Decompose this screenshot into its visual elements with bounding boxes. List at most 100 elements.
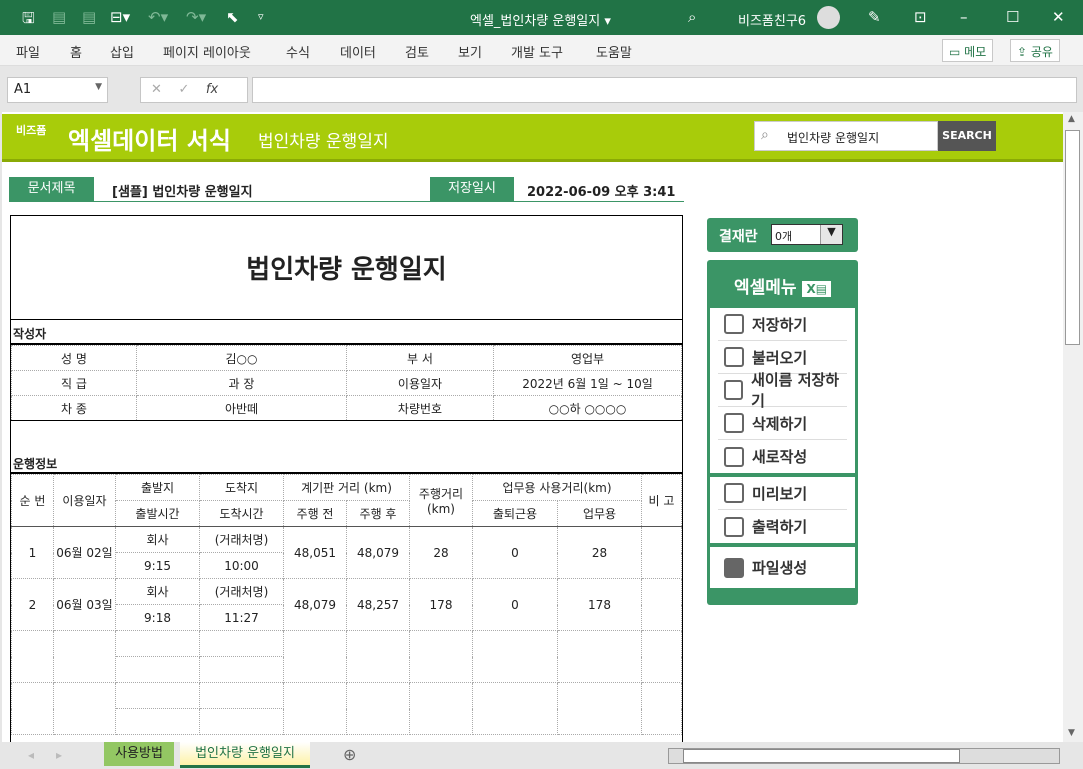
tab-review[interactable]: 검토 bbox=[405, 42, 429, 61]
save-as-menu-item[interactable]: 새이름 저장하기 bbox=[718, 371, 847, 410]
log-form: 법인차량 운행일지 작성자 성 명 김○○ 부 서 영업부 직 급과 장 이용일자 202… bbox=[10, 215, 683, 742]
download-icon bbox=[724, 347, 744, 367]
scroll-up-icon[interactable]: ▲ bbox=[1068, 114, 1075, 124]
trip-section: 운행정보 bbox=[11, 421, 682, 474]
scroll-thumb[interactable] bbox=[683, 749, 960, 763]
memo-button[interactable]: ▭ 메모 bbox=[942, 39, 994, 62]
create-file-menu-item[interactable]: 파일생성 bbox=[718, 551, 847, 584]
save-icon[interactable]: 🖫 bbox=[22, 8, 35, 33]
cancel-icon[interactable]: ✕ bbox=[151, 82, 162, 97]
scroll-down-icon[interactable]: ▼ bbox=[1068, 728, 1075, 738]
tab-file[interactable]: 파일 bbox=[16, 42, 40, 61]
print-menu-item[interactable]: 출력하기 bbox=[718, 510, 847, 543]
menu-group: 미리보기 출력하기 bbox=[710, 477, 855, 543]
name-box[interactable]: A1 ▼ bbox=[7, 77, 108, 103]
sheet-tab-log[interactable]: 법인차량 운행일지 bbox=[180, 742, 310, 768]
ribbon-tabs: 파일 홈 삽입 페이지 레이아웃 수식 데이터 검토 보기 개발 도구 도움말 … bbox=[0, 35, 1083, 66]
approval-panel: 결재란 0개 ▼ bbox=[707, 218, 858, 252]
sheet-tab-bar: ◂ ▸ 사용방법 법인차량 운행일지 ⊕ bbox=[0, 742, 1083, 769]
chevron-down-icon: ▼ bbox=[95, 82, 102, 92]
sheet-tab-usage[interactable]: 사용방법 bbox=[104, 742, 174, 766]
table-row: 1 06월 02일 회사 (거래처명) 48,051 48,079 28 0 28 bbox=[11, 526, 682, 579]
delete-menu-item[interactable]: 삭제하기 bbox=[718, 407, 847, 440]
formula-input[interactable] bbox=[252, 77, 1077, 103]
next-sheet-icon[interactable]: ▸ bbox=[56, 748, 62, 762]
prev-sheet-icon[interactable]: ◂ bbox=[28, 748, 34, 762]
banner: 비즈폼 엑셀데이터 서식 법인차량 운행일지 ⌕ 법인차량 운행일지 SEARC… bbox=[2, 114, 1063, 162]
save-menu-item[interactable]: 저장하기 bbox=[718, 308, 847, 341]
monitor-icon bbox=[724, 483, 744, 503]
title-bar: 🖫 ▤ ▤ ⊟▾ ↶▾ ↷▾ ⬉ ▿ 엑셀_법인차량 운행일지 ▾ ⌕ 비즈폼친… bbox=[0, 0, 1083, 35]
menu-group: 파일생성 bbox=[710, 547, 855, 588]
doc-title-label: 문서제목 bbox=[9, 177, 94, 201]
worksheet[interactable]: 비즈폼 엑셀데이터 서식 법인차량 운행일지 ⌕ 법인차량 운행일지 SEARC… bbox=[2, 112, 1063, 742]
formula-buttons: ✕ ✓ fx bbox=[140, 77, 248, 103]
saved-value: 2022-06-09 오후 3:41 bbox=[527, 185, 676, 200]
approval-select[interactable]: 0개 ▼ bbox=[771, 224, 843, 245]
excel-menu: 엑셀메뉴 X▤ 저장하기 불러오기 새이름 저장하기 삭제하기 새로작성 미리보… bbox=[707, 260, 858, 605]
doc-title-value[interactable]: [샘플] 법인차량 운행일지 bbox=[112, 181, 253, 200]
paste-formula-icon[interactable]: ▤ bbox=[82, 8, 96, 26]
table-row: 2 06월 03일 회사 (거래처명) 48,079 48,257 178 0 178 bbox=[11, 578, 682, 631]
chevron-down-icon: ▼ bbox=[820, 225, 842, 244]
formula-bar: A1 ▼ ✕ ✓ fx bbox=[0, 66, 1083, 112]
menu-group: 저장하기 불러오기 새이름 저장하기 삭제하기 새로작성 bbox=[710, 308, 855, 473]
trip-table: 순 번 이용일자 출발지 도착지 계기판 거리 (km) 주행거리 (km) 업… bbox=[11, 474, 682, 735]
header-row: 순 번 이용일자 출발지 도착지 계기판 거리 (km) 주행거리 (km) 업… bbox=[11, 474, 682, 527]
brand-small: 비즈폼 bbox=[16, 124, 47, 137]
function-icon[interactable]: fx bbox=[206, 82, 218, 97]
tab-insert[interactable]: 삽입 bbox=[110, 42, 134, 61]
table-row bbox=[11, 682, 682, 735]
tab-home[interactable]: 홈 bbox=[70, 42, 82, 61]
table-row: 성 명 김○○ 부 서 영업부 bbox=[11, 345, 682, 371]
floppy-icon bbox=[724, 314, 744, 334]
tab-help[interactable]: 도움말 bbox=[596, 42, 632, 61]
tab-developer[interactable]: 개발 도구 bbox=[511, 42, 563, 61]
search-input[interactable]: ⌕ 법인차량 운행일지 bbox=[754, 121, 938, 151]
ribbon-display-icon[interactable]: ⊡ bbox=[914, 8, 927, 26]
pen-icon[interactable]: ✎ bbox=[868, 8, 881, 26]
table-row bbox=[11, 630, 682, 683]
tab-view[interactable]: 보기 bbox=[458, 42, 482, 61]
divider bbox=[9, 201, 684, 202]
search-icon: ⌕ bbox=[761, 127, 769, 143]
tab-page-layout[interactable]: 페이지 레이아웃 bbox=[163, 42, 251, 61]
avatar[interactable] bbox=[817, 6, 840, 29]
paste-values-icon[interactable]: ▤ bbox=[52, 8, 66, 26]
trash-icon bbox=[724, 413, 744, 433]
fit-icon[interactable]: ⊟▾ bbox=[110, 8, 130, 26]
preview-menu-item[interactable]: 미리보기 bbox=[718, 477, 847, 510]
search-button[interactable]: SEARCH bbox=[938, 121, 996, 151]
minimize-icon[interactable]: – bbox=[960, 8, 968, 26]
search-icon[interactable]: ⌕ bbox=[688, 8, 696, 26]
print-icon bbox=[724, 516, 744, 537]
author-section: 작성자 bbox=[11, 320, 682, 345]
add-sheet-icon[interactable]: ⊕ bbox=[343, 745, 356, 764]
brand-title: 엑셀데이터 서식 bbox=[68, 127, 231, 155]
redo-icon[interactable]: ↷▾ bbox=[186, 8, 206, 26]
user-name: 비즈폼친구6 bbox=[738, 14, 807, 29]
undo-icon[interactable]: ↶▾ bbox=[148, 8, 168, 26]
table-row: 차 종 아반떼 차량번호 ○○하 ○○○○ bbox=[11, 395, 682, 421]
saved-label: 저장일시 bbox=[430, 177, 514, 201]
maximize-icon[interactable]: ☐ bbox=[1006, 8, 1019, 26]
pointer-icon[interactable]: ⬉ bbox=[226, 8, 239, 26]
close-icon[interactable]: ✕ bbox=[1052, 8, 1065, 26]
table-row: 직 급과 장 이용일자 2022년 6월 1일 ~ 10일 bbox=[11, 370, 682, 396]
new-doc-icon bbox=[724, 446, 744, 467]
share-button[interactable]: ⇪ 공유 bbox=[1010, 39, 1060, 62]
new-menu-item[interactable]: 새로작성 bbox=[718, 440, 847, 473]
banner-subtitle: 법인차량 운행일지 bbox=[258, 132, 389, 152]
window-title: 엑셀_법인차량 운행일지 ▾ bbox=[470, 14, 611, 29]
tab-formulas[interactable]: 수식 bbox=[286, 42, 310, 61]
tab-data[interactable]: 데이터 bbox=[340, 42, 376, 61]
enter-icon[interactable]: ✓ bbox=[178, 82, 189, 97]
save-as-icon bbox=[724, 380, 744, 400]
author-table: 성 명 김○○ 부 서 영업부 직 급과 장 이용일자 2022년 6월 1일 ~ 10일… bbox=[11, 345, 682, 421]
scroll-thumb[interactable] bbox=[1065, 130, 1080, 345]
vertical-scrollbar[interactable]: ▲ ▼ bbox=[1063, 112, 1083, 742]
customize-qat-icon[interactable]: ▿ bbox=[258, 10, 264, 23]
excel-logo-icon: X▤ bbox=[802, 281, 832, 297]
form-heading: 법인차량 운행일지 bbox=[11, 216, 682, 320]
horizontal-scrollbar[interactable] bbox=[668, 748, 1060, 764]
